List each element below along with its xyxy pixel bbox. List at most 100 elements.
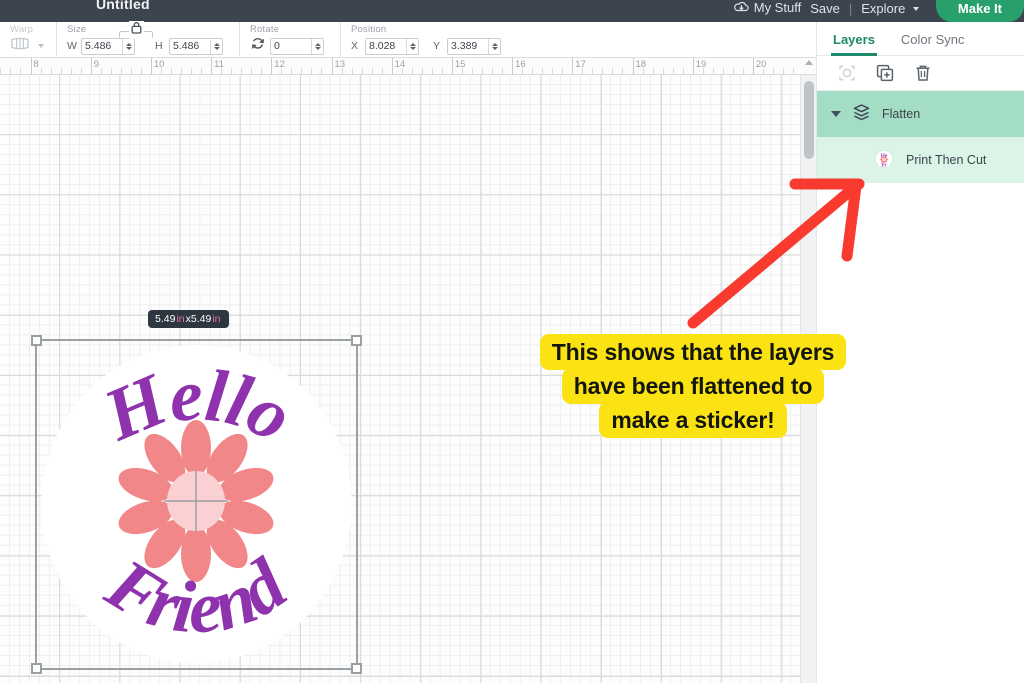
ruler-label: 13 [334,59,346,70]
ruler-minor-tick [552,68,554,75]
ruler-minor-tick [361,68,363,75]
rotate-label: Rotate [250,24,280,35]
stepper-up-icon[interactable] [213,42,220,46]
ruler-minor-tick [502,68,504,75]
resize-handle-top-right[interactable] [351,335,362,346]
stepper-up-icon[interactable] [125,42,132,46]
ruler-minor-tick [281,68,283,75]
position-label: Position [351,24,387,35]
annotation-callout: This shows that the layers have been fla… [498,334,888,438]
x-label: X [351,40,359,52]
stepper-up-icon[interactable] [491,42,498,46]
ruler-minor-tick [482,68,483,75]
tab-color-sync[interactable]: Color Sync [901,22,965,56]
ruler-minor-tick [732,68,734,75]
explore-selector[interactable]: Explore [861,1,919,16]
callout-line-3: make a sticker! [599,402,787,438]
warp-control[interactable] [10,36,44,56]
chevron-down-icon [912,7,919,11]
my-stuff-label: My Stuff [753,0,802,15]
stepper-down-icon[interactable] [314,46,321,50]
document-title[interactable]: Untitled [96,0,150,12]
stepper-down-icon[interactable] [409,46,416,50]
ruler-minor-tick [20,68,22,75]
ruler-label: 14 [394,59,406,70]
warp-label: Warp [10,24,34,35]
y-stepper[interactable] [488,38,500,54]
width-stepper[interactable] [122,38,134,54]
ruler-minor-tick [80,68,82,75]
scroll-up-arrow-icon[interactable] [805,60,813,65]
ruler-minor-tick [231,68,233,75]
ruler-minor-tick [341,68,343,75]
ruler-minor-tick [371,68,373,75]
ruler-minor-tick [130,68,132,75]
height-input[interactable] [170,38,210,54]
resize-handle-bottom-right[interactable] [351,663,362,674]
x-stepper[interactable] [406,38,418,54]
rotate-tool-group: Rotate [239,22,340,58]
ruler-minor-tick [431,68,433,75]
ruler-minor-tick [542,68,544,75]
size-fields: W H [67,36,223,56]
ruler-minor-tick [100,68,102,75]
ruler-minor-tick [191,68,193,75]
stepper-down-icon[interactable] [125,46,132,50]
ruler-minor-tick [241,68,243,75]
ruler-minor-tick [251,68,253,75]
rotate-stepper[interactable] [311,38,323,54]
ruler-minor-tick [772,68,774,75]
scrollbar-thumb[interactable] [804,81,814,159]
stepper-down-icon[interactable] [213,46,220,50]
y-field[interactable] [447,37,501,55]
badge-width: 5.49 [155,313,176,325]
stepper-down-icon[interactable] [491,46,498,50]
chevron-down-icon[interactable] [831,111,841,117]
y-input[interactable] [448,38,488,54]
resize-handle-top-left[interactable] [31,335,42,346]
ruler-label: 12 [274,59,285,70]
ruler-minor-tick [592,68,594,75]
duplicate-icon[interactable] [875,63,895,83]
lock-icon[interactable] [128,21,144,39]
make-it-button[interactable]: Make It [935,0,1024,22]
x-field[interactable] [365,37,419,55]
stepper-up-icon[interactable] [314,42,321,46]
ruler-minor-tick [582,68,584,75]
tab-layers[interactable]: Layers [831,22,877,56]
x-input[interactable] [366,38,406,54]
height-field[interactable] [169,37,223,55]
rotate-icon[interactable] [250,37,266,56]
stepper-up-icon[interactable] [409,42,416,46]
ruler-label: 16 [515,59,526,70]
rotate-input[interactable] [271,38,311,54]
callout-line-2: have been flattened to [561,368,825,404]
svg-text:Fr: Fr [881,163,887,168]
panel-toolbar [817,56,1024,91]
delete-icon[interactable] [913,63,933,83]
ruler-minor-tick [602,68,604,75]
resize-handle-bottom-left[interactable] [31,663,42,674]
height-stepper[interactable] [210,38,222,54]
ruler-minor-tick [652,68,654,75]
badge-height: 5.49 [190,313,212,325]
ruler-minor-tick [471,68,473,75]
cloud-icon [733,1,750,17]
position-tool-group: Position X Y [340,22,513,58]
my-stuff-button[interactable]: My Stuff [733,0,801,17]
layer-row-print-then-cut[interactable]: He Fr Print Then Cut [817,137,1024,183]
layer-row-flatten[interactable]: Flatten [817,91,1024,137]
ruler-minor-tick [40,68,42,75]
rotate-field[interactable] [270,37,324,55]
save-button[interactable]: Save [810,1,840,16]
selection-bounding-box[interactable] [31,335,362,674]
warp-dropdown-icon[interactable] [38,44,44,48]
top-bar-actions: My Stuff Save | Explore Make It [733,0,1024,22]
ruler-minor-tick [612,68,614,75]
width-field[interactable] [81,37,135,55]
y-label: Y [433,40,441,52]
width-input[interactable] [82,38,122,54]
warp-icon [10,37,30,55]
ruler-minor-tick [301,68,303,75]
ruler-minor-tick [70,68,72,75]
